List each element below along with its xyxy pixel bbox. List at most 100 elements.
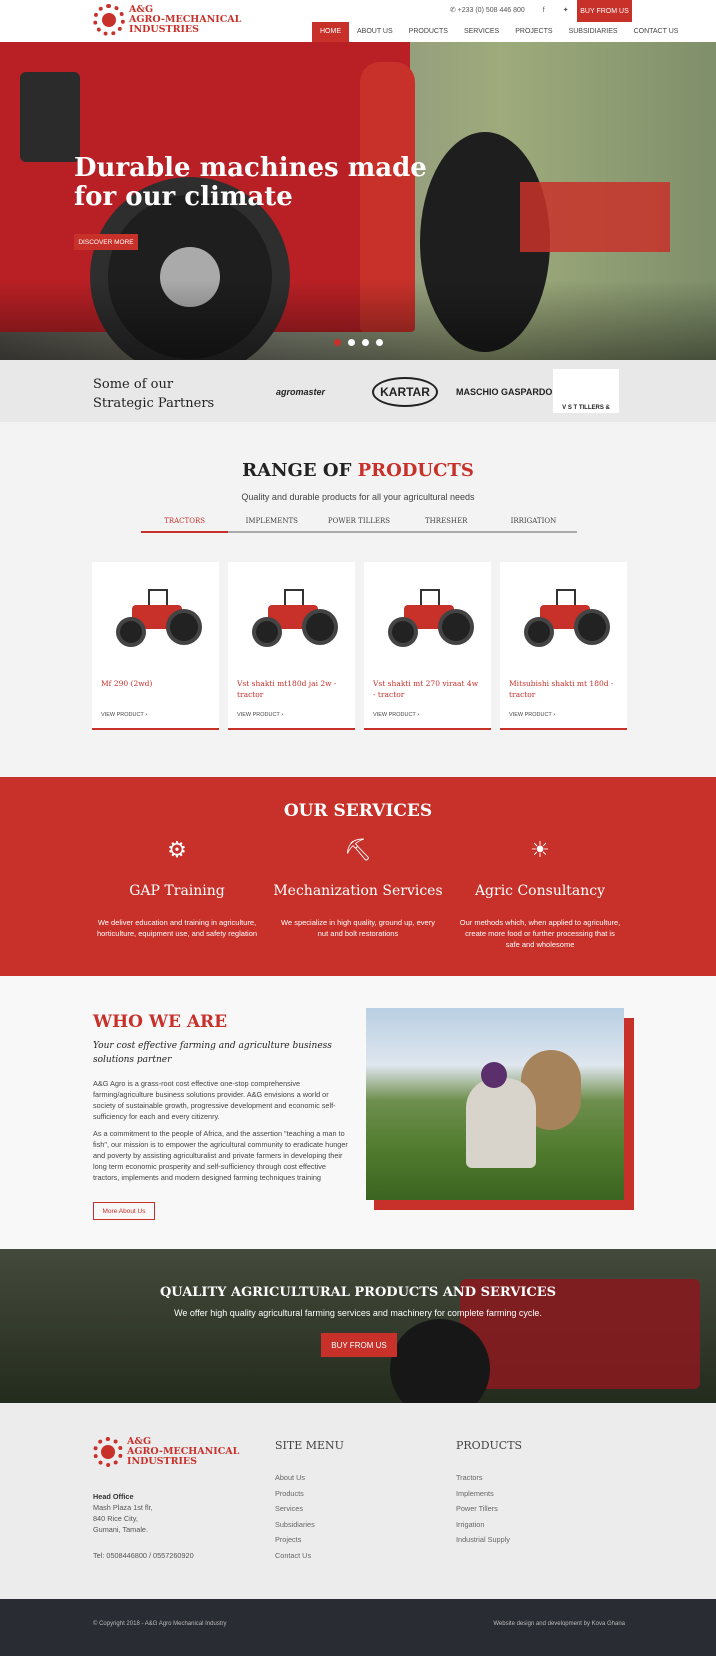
products-subtitle: Quality and durable products for all you… bbox=[241, 492, 475, 502]
products-title: RANGE OF PRODUCTS bbox=[242, 460, 474, 481]
quality-subtitle: We offer high quality agricultural farmi… bbox=[174, 1308, 542, 1318]
footer-link-implements[interactable]: Implements bbox=[456, 1486, 522, 1502]
tab-power-tillers[interactable]: POWER TILLERS bbox=[315, 517, 402, 531]
copyright: © Copyright 2018 - A&G Agro Mechanical I… bbox=[93, 1621, 227, 1627]
nav-services[interactable]: SERVICES bbox=[456, 22, 507, 42]
who-paragraph: A&G Agro is a grass-root cost effective … bbox=[93, 1079, 336, 1121]
who-we-are-section: WHO WE ARE Your cost effective farming a… bbox=[0, 976, 716, 1249]
twitter-icon[interactable]: ✦ bbox=[563, 6, 569, 14]
discover-more-button[interactable]: DISCOVER MORE bbox=[74, 234, 138, 250]
footer-link-irrigation[interactable]: Irrigation bbox=[456, 1517, 522, 1533]
site-footer: A&G AGRO-MECHANICAL INDUSTRIES Head Office… bbox=[0, 1403, 716, 1599]
service-desc: We specialize in high quality, ground up… bbox=[281, 918, 435, 938]
product-name[interactable]: Vst shakti mt 270 viraat 4w - tractor bbox=[373, 678, 483, 700]
facebook-icon[interactable]: f bbox=[543, 7, 545, 14]
product-card[interactable]: Vst shakti mt 270 viraat 4w - tractor VI… bbox=[364, 562, 491, 730]
brand-name: A&G AGRO-MECHANICAL INDUSTRIES bbox=[129, 4, 242, 35]
product-name[interactable]: Vst shakti mt180d jai 2w - tractor bbox=[237, 678, 347, 700]
quality-banner: QUALITY AGRICULTURAL PRODUCTS AND SERVIC… bbox=[0, 1249, 716, 1403]
footer-products: PRODUCTS Tractors Implements Power Tille… bbox=[456, 1439, 522, 1548]
phone-number[interactable]: ✆ +233 (0) 508 446 800 bbox=[450, 6, 525, 14]
site-menu-title: SITE MENU bbox=[275, 1439, 344, 1452]
product-card[interactable]: Vst shakti mt180d jai 2w - tractor VIEW … bbox=[228, 562, 355, 730]
product-card[interactable]: Mf 290 (2wd) VIEW PRODUCT › bbox=[92, 562, 219, 730]
service-desc: Our methods which, when applied to agric… bbox=[459, 918, 621, 949]
who-paragraph: As a commitment to the people of Africa,… bbox=[93, 1129, 348, 1182]
partner-logo-kartar: KARTAR bbox=[372, 377, 438, 407]
buy-from-us-button[interactable]: BUY FROM US bbox=[577, 0, 632, 22]
service-item: ☀ Agric Consultancy Our methods which, w… bbox=[455, 835, 625, 950]
footer-products-title: PRODUCTS bbox=[456, 1439, 523, 1452]
partner-logo-vst: V S T TILLERS & bbox=[553, 369, 619, 413]
farmer-photo bbox=[366, 1008, 624, 1200]
nav-products[interactable]: PRODUCTS bbox=[401, 22, 456, 42]
view-product-link[interactable]: VIEW PRODUCT › bbox=[237, 712, 283, 718]
who-title: WHO WE ARE bbox=[93, 1012, 228, 1032]
tab-thresher[interactable]: THRESHER bbox=[403, 517, 490, 531]
footer-link-power-tillers[interactable]: Power Tillers bbox=[456, 1501, 522, 1517]
partners-title: Some of our Strategic Partners bbox=[93, 377, 215, 411]
view-product-link[interactable]: VIEW PRODUCT › bbox=[101, 712, 147, 718]
product-tabs: TRACTORS IMPLEMENTS POWER TILLERS THRESH… bbox=[141, 517, 577, 533]
service-item: ⛏ Mechanization Services We specialize i… bbox=[273, 835, 443, 939]
slider-dot[interactable] bbox=[362, 339, 369, 346]
slider-dot[interactable] bbox=[348, 339, 355, 346]
credit-link[interactable]: Website design and development by Kova G… bbox=[493, 1621, 625, 1627]
service-desc: We deliver education and training in agr… bbox=[96, 918, 258, 938]
wheelbarrow-icon: ⛏ bbox=[344, 837, 372, 862]
gear-logo-icon bbox=[93, 1437, 123, 1467]
partner-logo-agromaster: agromaster bbox=[276, 387, 326, 397]
services-title: OUR SERVICES bbox=[283, 801, 433, 821]
nav-home[interactable]: HOME bbox=[312, 22, 349, 42]
service-item: ⚙ GAP Training We deliver education and … bbox=[92, 835, 262, 939]
tractor-image bbox=[522, 587, 610, 657]
slider-dot[interactable] bbox=[334, 339, 341, 346]
footer-link-industrial-supply[interactable]: Industrial Supply bbox=[456, 1532, 522, 1548]
footer-link-about[interactable]: About Us bbox=[275, 1470, 344, 1486]
footer-link-tractors[interactable]: Tractors bbox=[456, 1470, 522, 1486]
products-section: RANGE OF PRODUCTS Quality and durable pr… bbox=[0, 422, 716, 777]
footer-logo[interactable]: A&G AGRO-MECHANICAL INDUSTRIES bbox=[93, 1437, 239, 1467]
quality-title: QUALITY AGRICULTURAL PRODUCTS AND SERVIC… bbox=[159, 1285, 557, 1300]
footer-bottom-bar: © Copyright 2018 - A&G Agro Mechanical I… bbox=[0, 1599, 716, 1656]
product-name[interactable]: Mitsubishi shakti mt 180d - tractor bbox=[509, 678, 619, 700]
tractor-image bbox=[386, 587, 474, 657]
who-lead: Your cost effective farming and agricult… bbox=[93, 1041, 332, 1065]
tab-implements[interactable]: IMPLEMENTS bbox=[228, 517, 315, 531]
hero-slider: Durable machines made for our climate DI… bbox=[0, 42, 716, 360]
gear-logo-icon bbox=[93, 4, 125, 36]
hero-title: Durable machines made for our climate bbox=[74, 153, 427, 212]
tab-tractors[interactable]: TRACTORS bbox=[141, 517, 229, 533]
office-phone[interactable]: Tel: 0508446800 / 0557260920 bbox=[93, 1551, 194, 1560]
slider-dot[interactable] bbox=[376, 339, 383, 346]
nav-subsidiaries[interactable]: SUBSIDIARIES bbox=[561, 22, 626, 42]
partners-strip: Some of our Strategic Partners agromaster… bbox=[0, 360, 716, 422]
tractor-image bbox=[250, 587, 338, 657]
view-product-link[interactable]: VIEW PRODUCT › bbox=[509, 712, 555, 718]
slider-dots bbox=[334, 339, 383, 346]
product-cards: Mf 290 (2wd) VIEW PRODUCT › Vst shakti m… bbox=[92, 562, 627, 730]
footer-link-subsidiaries[interactable]: Subsidiaries bbox=[275, 1517, 344, 1533]
brand-logo[interactable]: A&G AGRO-MECHANICAL INDUSTRIES bbox=[93, 4, 241, 36]
tab-irrigation[interactable]: IRRIGATION bbox=[490, 517, 577, 531]
office-address: Head Office Mash Plaza 1st flr, 840 Rice… bbox=[93, 1492, 153, 1534]
nav-projects[interactable]: PROJECTS bbox=[507, 22, 560, 42]
product-name[interactable]: Mf 290 (2wd) bbox=[101, 678, 211, 689]
site-menu: SITE MENU About Us Products Services Sub… bbox=[275, 1439, 344, 1563]
tractor-icon: ⚙ bbox=[167, 837, 187, 862]
service-title: Mechanization Services bbox=[273, 883, 443, 899]
services-section: OUR SERVICES ⚙ GAP Training We deliver e… bbox=[0, 777, 716, 976]
footer-link-contact[interactable]: Contact Us bbox=[275, 1548, 344, 1564]
buy-from-us-button[interactable]: BUY FROM US bbox=[321, 1333, 397, 1357]
more-about-us-button[interactable]: More About Us bbox=[93, 1202, 155, 1220]
nav-contact[interactable]: CONTACT US bbox=[626, 22, 687, 42]
tractor-image bbox=[114, 587, 202, 657]
footer-link-services[interactable]: Services bbox=[275, 1501, 344, 1517]
product-card[interactable]: Mitsubishi shakti mt 180d - tractor VIEW… bbox=[500, 562, 627, 730]
nav-about[interactable]: ABOUT US bbox=[349, 22, 401, 42]
view-product-link[interactable]: VIEW PRODUCT › bbox=[373, 712, 419, 718]
footer-link-projects[interactable]: Projects bbox=[275, 1532, 344, 1548]
topbar: ✆ +233 (0) 508 446 800 f ✦ ▶ bbox=[450, 6, 592, 15]
service-title: GAP Training bbox=[129, 883, 225, 899]
footer-link-products[interactable]: Products bbox=[275, 1486, 344, 1502]
